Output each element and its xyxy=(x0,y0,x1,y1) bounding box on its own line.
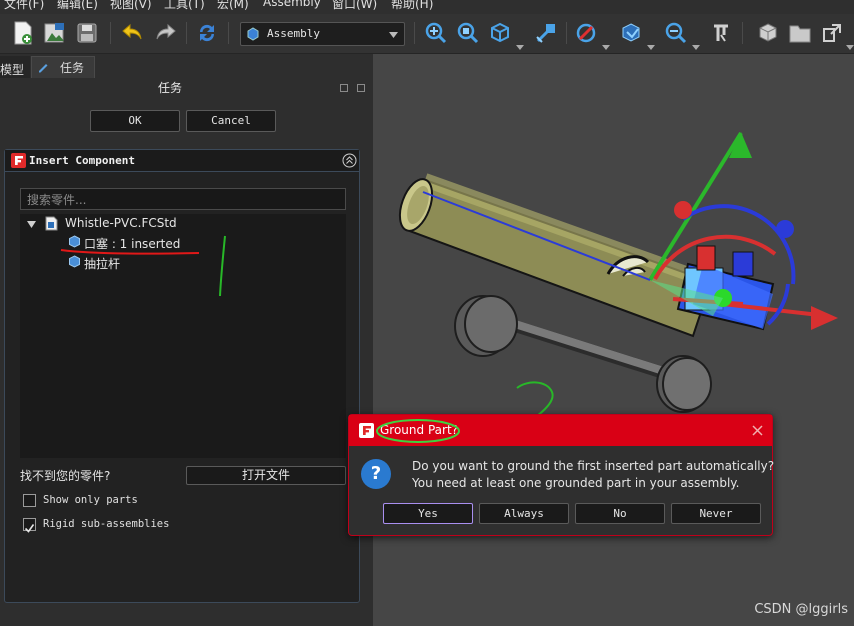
not-found-label: 找不到您的零件? xyxy=(20,469,111,483)
chevron-down-icon xyxy=(389,32,398,38)
chevron-down-icon[interactable] xyxy=(846,45,854,50)
question-icon: ? xyxy=(361,459,391,489)
show-only-parts-label: Show only parts xyxy=(43,494,138,506)
always-button[interactable]: Always xyxy=(479,503,569,524)
chevron-down-icon[interactable] xyxy=(647,45,655,50)
tab-tasks-label: 任务 xyxy=(60,61,85,75)
save-icon[interactable] xyxy=(74,20,100,46)
dialog-message-line2: You need at least one grounded part in y… xyxy=(412,476,740,490)
watermark: CSDN @lggirls xyxy=(754,602,848,617)
annotation-overlay xyxy=(60,235,226,297)
open-file-icon[interactable] xyxy=(42,20,68,46)
search-parts-input[interactable]: 搜索零件... xyxy=(20,188,346,210)
toolbar-separator xyxy=(566,22,567,44)
select-area-icon[interactable] xyxy=(533,20,559,46)
check-icon xyxy=(24,524,35,533)
dialog-titlebar: Ground Part? xyxy=(349,415,772,446)
undo-icon[interactable] xyxy=(120,20,146,46)
measure-icon[interactable] xyxy=(708,20,734,46)
panel-header: 任务 xyxy=(0,78,373,98)
yes-button[interactable]: Yes xyxy=(383,503,473,524)
toolbar-separator xyxy=(186,22,187,44)
chevron-down-icon[interactable] xyxy=(602,45,610,50)
pencil-icon xyxy=(39,64,48,73)
float-panel-icon[interactable] xyxy=(340,84,348,92)
no-button[interactable]: No xyxy=(575,503,665,524)
freecad-icon xyxy=(359,423,374,438)
combo-view-panel: 模型 任务 任务 OK Cancel Insert Component 搜索零件… xyxy=(0,54,373,626)
zoom-icon[interactable] xyxy=(663,20,689,46)
never-button[interactable]: Never xyxy=(671,503,761,524)
chevron-down-icon[interactable] xyxy=(692,45,700,50)
rigid-subassemblies-checkbox[interactable] xyxy=(23,518,36,533)
close-panel-icon[interactable] xyxy=(357,84,365,92)
annotation-circle xyxy=(376,419,460,443)
menubar: 文件(F) 编辑(E) 视图(V) 工具(T) 宏(M) Assembly 窗口… xyxy=(0,0,854,14)
folder-icon[interactable] xyxy=(787,20,813,46)
menu-view[interactable]: 视图(V) xyxy=(110,0,152,12)
menu-edit[interactable]: 编辑(E) xyxy=(57,0,98,12)
tab-model-label: 模型 xyxy=(0,63,25,77)
open-file-button[interactable]: 打开文件 xyxy=(186,466,346,485)
insert-component-title: Insert Component xyxy=(29,154,135,167)
panel-title: 任务 xyxy=(158,81,183,95)
ground-part-dialog: Ground Part? ? Do you want to ground the… xyxy=(348,414,775,536)
menu-window[interactable]: 窗口(W) xyxy=(332,0,377,12)
fit-selection-icon[interactable] xyxy=(455,20,481,46)
rigid-subassemblies-label: Rigid sub-assemblies xyxy=(43,518,170,530)
workbench-label: Assembly xyxy=(267,27,320,40)
toolbar-separator xyxy=(414,22,415,44)
freecad-icon xyxy=(11,153,26,168)
bounding-box-icon[interactable] xyxy=(618,20,644,46)
part-icon[interactable] xyxy=(755,20,781,46)
close-icon[interactable] xyxy=(752,425,763,436)
menu-macro[interactable]: 宏(M) xyxy=(217,0,249,12)
show-only-parts-checkbox[interactable] xyxy=(23,494,36,507)
link-icon[interactable] xyxy=(819,20,845,46)
parts-tree: Whistle-PVC.FCStd 口塞 : 1 inserted 抽拉杆 xyxy=(20,214,346,458)
std-view-icon[interactable] xyxy=(487,20,513,46)
chevron-down-icon[interactable] xyxy=(516,45,524,50)
toolbar-separator xyxy=(742,22,743,44)
assembly-model-view[interactable] xyxy=(373,54,854,626)
ok-button[interactable]: OK xyxy=(90,110,180,132)
menu-file[interactable]: 文件(F) xyxy=(4,0,44,12)
workbench-selector[interactable]: Assembly xyxy=(240,22,405,46)
new-file-icon[interactable] xyxy=(10,20,36,46)
toolbar-separator xyxy=(110,22,111,44)
tab-tasks[interactable]: 任务 xyxy=(31,56,95,78)
3d-viewport[interactable] xyxy=(373,54,854,626)
toolbar-separator xyxy=(228,22,229,44)
menu-help[interactable]: 帮助(H) xyxy=(391,0,433,12)
refresh-icon[interactable] xyxy=(194,20,220,46)
main-toolbar: Assembly xyxy=(0,14,854,54)
redo-icon[interactable] xyxy=(152,20,178,46)
cancel-button[interactable]: Cancel xyxy=(186,110,276,132)
insert-component-header: Insert Component xyxy=(5,150,359,172)
tab-model[interactable]: 模型 xyxy=(0,56,30,78)
menu-assembly[interactable]: Assembly xyxy=(263,0,321,9)
assembly-workbench-icon xyxy=(247,27,259,41)
fit-all-icon[interactable] xyxy=(423,20,449,46)
dialog-message-line1: Do you want to ground the first inserted… xyxy=(412,459,775,473)
collapse-icon[interactable] xyxy=(342,153,357,168)
menu-tools[interactable]: 工具(T) xyxy=(164,0,205,12)
insert-component-box: Insert Component 搜索零件... Whistle-PVC.FCS… xyxy=(4,149,360,603)
draw-style-icon[interactable] xyxy=(573,20,599,46)
